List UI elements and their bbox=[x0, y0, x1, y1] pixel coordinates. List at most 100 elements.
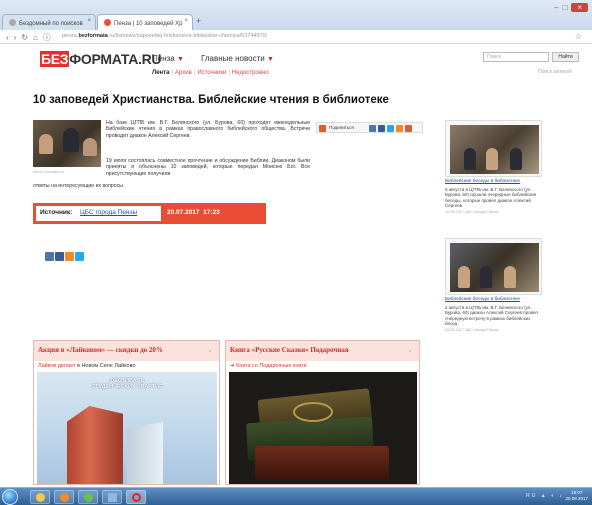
vk-share-icon[interactable] bbox=[369, 125, 376, 132]
site-logo[interactable]: БЕЗФОРМАТА.RU bbox=[40, 51, 162, 67]
reload-icon[interactable]: ↻ bbox=[21, 33, 33, 42]
site-info-icon[interactable]: ⓘ bbox=[43, 33, 56, 42]
back-arrow-icon[interactable]: ‹ bbox=[6, 33, 14, 42]
windows-taskbar: RU ▲ ◐ ♪ 18:07 20.08.2017 bbox=[0, 487, 592, 505]
main-news-label: Главные новости bbox=[201, 54, 265, 63]
related-link[interactable]: Библейские беседы в библиотеке bbox=[445, 179, 542, 185]
twitter-share-icon[interactable] bbox=[387, 125, 394, 132]
promo-image-building[interactable]: ФЕСТИВАЛЬ СТУДЕНЧЕСКИХ КВАРТИР bbox=[37, 372, 217, 484]
related-image[interactable] bbox=[445, 120, 542, 177]
url-field[interactable]: penza.bezformata.ru/listnews/zapovedej-h… bbox=[62, 32, 572, 42]
more-share-icon[interactable] bbox=[405, 125, 412, 132]
close-window-icon[interactable]: × bbox=[571, 3, 588, 12]
chevron-down-icon[interactable]: ⌄ bbox=[207, 346, 213, 354]
subnav-separator: | bbox=[171, 70, 174, 76]
tab-label: Пенза | 10 заповедей Хр bbox=[114, 21, 183, 27]
address-bar: ‹›↻⌂ⓘ penza.bezformata.ru/listnews/zapov… bbox=[0, 30, 592, 44]
related-link[interactable]: Библейские беседы в библиотеке bbox=[445, 297, 542, 303]
chevron-down-icon: ▼ bbox=[266, 56, 274, 63]
taskbar-opera[interactable] bbox=[126, 490, 146, 504]
facebook-share-icon[interactable] bbox=[55, 252, 64, 261]
window-controls: –□ × bbox=[554, 3, 588, 12]
taskbar-skype[interactable] bbox=[78, 490, 98, 504]
twitter-share-icon[interactable] bbox=[75, 252, 84, 261]
tab-penza-article[interactable]: Пенза | 10 заповедей Хр × bbox=[97, 14, 193, 30]
related-meta: 03.08.2017 ЦБС города Пензы bbox=[445, 327, 499, 332]
book-ornament bbox=[293, 402, 333, 422]
promo-subline: ➜ Книга со Подарочные книги bbox=[230, 363, 307, 369]
maximize-icon[interactable]: □ bbox=[562, 3, 571, 12]
clock-date: 20.08.2017 bbox=[565, 496, 588, 501]
language-indicator[interactable]: RU bbox=[526, 493, 537, 499]
city-selector[interactable]: Пенза ▼ bbox=[152, 54, 184, 63]
tab-bezdomny[interactable]: Бездомный по поисков × bbox=[2, 14, 96, 30]
facebook-share-icon[interactable] bbox=[378, 125, 385, 132]
promo-image-books[interactable] bbox=[229, 372, 417, 484]
article-paragraph-2: 19 июля состоялась совместное прочтение … bbox=[106, 158, 310, 177]
site-search-button[interactable]: Найти bbox=[552, 52, 579, 62]
promo-title[interactable]: Акция в «Лайковом» — скидки до 20% bbox=[38, 346, 163, 354]
promo-image-caption: ФЕСТИВАЛЬ СТУДЕНЧЕСКИХ КВАРТИР bbox=[37, 378, 217, 390]
start-button[interactable] bbox=[2, 489, 18, 505]
article-photo[interactable] bbox=[33, 120, 101, 167]
chevron-down-icon[interactable]: ⌄ bbox=[407, 346, 413, 354]
source-datetime: 20.07.2017 17:23 bbox=[167, 209, 220, 216]
promo-card-laikovo[interactable]: Акция в «Лайковом» — скидки до 20% ⌄ Лай… bbox=[33, 340, 220, 485]
sub-navigation: Лента | Архив | Источники | Недостроено bbox=[152, 70, 269, 76]
browser-window: Бездомный по поисков × Пенза | 10 заповед… bbox=[0, 0, 592, 505]
subnav-separator: | bbox=[193, 70, 196, 76]
city-label: Пенза bbox=[152, 54, 175, 63]
folder-icon bbox=[36, 493, 45, 502]
mail-share-icon[interactable] bbox=[396, 125, 403, 132]
source-time: 17:23 bbox=[203, 209, 220, 216]
promo-title[interactable]: Книга «Русские Сказки» Подарочная bbox=[230, 346, 349, 354]
tab-favicon bbox=[104, 19, 111, 26]
url-prefix: penza. bbox=[62, 33, 79, 39]
home-icon[interactable]: ⌂ bbox=[33, 33, 43, 42]
related-meta: 10.08.2017 ЦБС города Пензы bbox=[445, 209, 499, 214]
related-image[interactable] bbox=[445, 238, 542, 295]
festival-subtext: СТУДЕНЧЕСКИХ КВАРТИР bbox=[91, 384, 163, 390]
subnav-separator: | bbox=[228, 70, 230, 76]
subnav-sources[interactable]: Источники bbox=[197, 70, 226, 76]
url-path: .ru/listnews/zapovedej-hristianstva-bibl… bbox=[107, 33, 268, 39]
promo-link[interactable]: Лайков делает bbox=[38, 363, 75, 369]
opera-icon bbox=[132, 493, 141, 502]
taskbar-explorer[interactable] bbox=[30, 490, 50, 504]
bookmark-star-icon[interactable]: ☆ bbox=[575, 32, 582, 41]
taskbar-player[interactable] bbox=[54, 490, 74, 504]
chat-app-icon bbox=[84, 493, 93, 502]
related-item: Библейские беседы в библиотеке 2 августа… bbox=[445, 238, 542, 332]
site-search-input[interactable]: Поиск bbox=[483, 52, 549, 62]
article-paragraph-1: На базе ЦГПБ им. В.Г. Белинского (ул. Бу… bbox=[106, 120, 310, 139]
system-tray[interactable]: RU ▲ ◐ ♪ bbox=[526, 493, 564, 499]
odnoklassniki-share-icon[interactable] bbox=[65, 252, 74, 261]
subnav-nearby[interactable]: Недостроено bbox=[232, 70, 269, 76]
related-snippet: 5 августа в ЦГПБ им. В.Г. Белинского (ул… bbox=[445, 186, 537, 209]
taskbar-window[interactable] bbox=[102, 490, 122, 504]
logo-badge: БЕЗ bbox=[40, 51, 70, 67]
tab-close-icon[interactable]: × bbox=[184, 18, 188, 24]
tab-strip: Бездомный по поисков × Пенза | 10 заповед… bbox=[0, 0, 592, 30]
subnav-archive[interactable]: Архив bbox=[175, 70, 192, 76]
related-item: Библейские беседы в библиотеке 5 августа… bbox=[445, 120, 542, 214]
tab-label: Бездомный по поисков bbox=[19, 21, 83, 27]
vk-share-icon[interactable] bbox=[45, 252, 54, 261]
source-link[interactable]: ЦБС города Пензы bbox=[80, 209, 137, 216]
photo-caption: Фото: penzalib.ru bbox=[33, 169, 64, 174]
arrow-right-icon: ➜ bbox=[230, 363, 235, 369]
new-tab-plus-icon[interactable]: + bbox=[196, 16, 201, 26]
main-news-menu[interactable]: Главные новости ▼ bbox=[201, 54, 274, 63]
promo-link[interactable]: Книга со Подарочные книги bbox=[236, 363, 306, 369]
subnav-lenta[interactable]: Лента bbox=[152, 70, 169, 76]
odnoklassniki-icon[interactable] bbox=[319, 125, 326, 132]
share-buttons-bottom bbox=[45, 252, 85, 263]
window-icon bbox=[108, 493, 117, 502]
article-title: 10 заповедей Христианства. Библейские чт… bbox=[33, 94, 389, 106]
extended-search-link[interactable]: Поиск записей bbox=[538, 69, 572, 75]
tab-favicon bbox=[9, 19, 16, 26]
promo-subtext: в Новом Селе Лайково bbox=[77, 363, 136, 369]
tab-close-icon[interactable]: × bbox=[87, 18, 91, 24]
promo-card-books[interactable]: Книга «Русские Сказки» Подарочная ⌄ ➜ Кн… bbox=[225, 340, 420, 485]
taskbar-clock[interactable]: 18:07 20.08.2017 bbox=[565, 490, 588, 502]
